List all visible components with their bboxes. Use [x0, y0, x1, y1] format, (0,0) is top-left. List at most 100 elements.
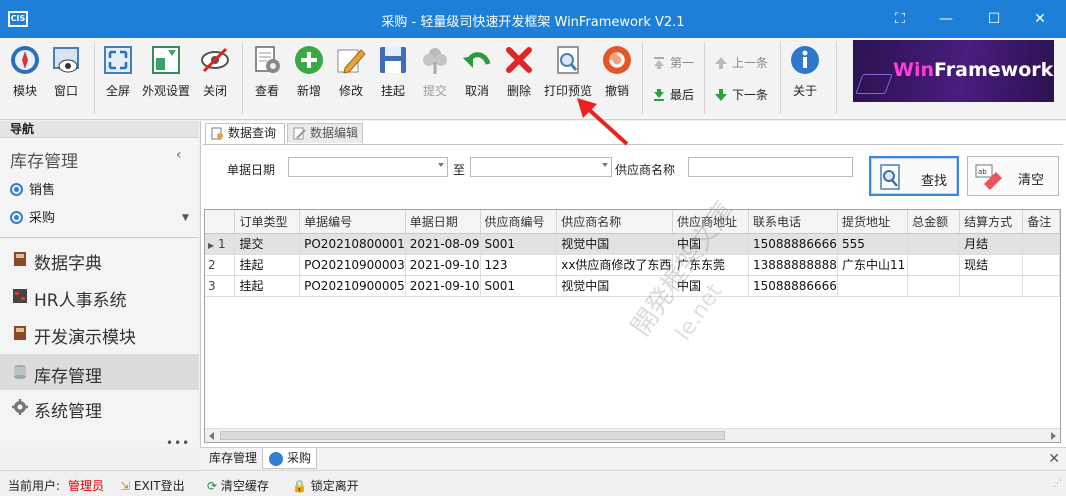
view-button[interactable]: 查看 — [250, 44, 284, 99]
logout-button[interactable]: ⇲ EXIT登出 — [120, 477, 185, 494]
next-record-button[interactable]: 下一条 — [714, 86, 768, 103]
module-button[interactable]: 模块 — [8, 44, 42, 99]
column-header[interactable]: 供应商地址 — [672, 210, 749, 234]
column-header[interactable]: 总金额 — [907, 210, 961, 234]
table-cell[interactable]: 555 — [837, 233, 909, 255]
table-cell[interactable]: xx供应商修改了东西 — [556, 254, 673, 276]
table-row[interactable]: 3 挂起 PO20210900005 2021-09-10 S001 视觉中国 … — [205, 275, 1060, 297]
table-cell[interactable]: 挂起 — [234, 275, 301, 297]
table-row[interactable]: ▶ 1 提交 PO20210800001 2021-08-09 S001 视觉中… — [205, 233, 1060, 255]
lock-button[interactable]: 🔒 锁定离开 — [292, 477, 359, 494]
doc-tab-inventory[interactable]: 库存管理 — [204, 448, 262, 469]
table-cell[interactable]: 15088886666 — [748, 233, 838, 255]
table-cell[interactable]: 月结 — [959, 233, 1024, 255]
minimize-button[interactable]: — — [926, 6, 966, 32]
last-record-button[interactable]: 最后 — [652, 86, 694, 103]
table-cell[interactable]: 中国 — [672, 275, 749, 297]
doc-tab-purchase[interactable]: 采购 — [262, 448, 318, 469]
table-cell[interactable]: PO20210900003 — [299, 254, 406, 276]
close-button[interactable]: 关闭 — [198, 44, 232, 99]
table-cell[interactable] — [1022, 275, 1060, 297]
column-header[interactable]: 单据日期 — [405, 210, 481, 234]
nav-group-demo[interactable]: 开发演示模块 — [0, 319, 199, 353]
nav-group-data-dictionary[interactable]: 数据字典 — [0, 245, 199, 279]
table-cell[interactable] — [959, 275, 1024, 297]
scroll-thumb[interactable] — [220, 431, 725, 440]
nav-group-hr[interactable]: HR人事系统 — [0, 282, 199, 316]
table-cell[interactable] — [837, 275, 909, 297]
maximize-button[interactable]: ☐ — [974, 6, 1014, 32]
scroll-left-icon[interactable] — [209, 432, 214, 440]
column-header[interactable]: 联系电话 — [748, 210, 838, 234]
table-cell[interactable] — [1022, 233, 1060, 255]
chevron-left-icon[interactable]: ‹ — [176, 147, 182, 163]
table-cell[interactable]: 提交 — [234, 233, 301, 255]
window-menu-button[interactable]: 窗口 — [48, 44, 84, 99]
column-header[interactable]: 结算方式 — [959, 210, 1024, 234]
cancel-button[interactable]: 取消 — [460, 44, 494, 99]
table-cell[interactable]: 13888888888 — [748, 254, 838, 276]
column-header[interactable]: 单据编号 — [299, 210, 406, 234]
previous-record-button[interactable]: 上一条 — [714, 54, 768, 71]
table-cell[interactable]: 123 — [480, 254, 558, 276]
tab-data-edit[interactable]: 数据编辑 — [287, 123, 363, 143]
date-from-picker[interactable] — [288, 157, 448, 177]
print-preview-button[interactable]: 打印预览 — [542, 44, 594, 99]
table-cell[interactable]: PO20210800001 — [299, 233, 406, 255]
table-cell[interactable]: PO20210900005 — [299, 275, 406, 297]
table-cell[interactable]: 2021-09-10 — [405, 275, 481, 297]
close-window-button[interactable]: ✕ — [1020, 6, 1060, 32]
table-cell[interactable]: 视觉中国 — [556, 275, 673, 297]
table-cell[interactable]: 2021-09-10 — [405, 254, 481, 276]
table-cell[interactable] — [1022, 254, 1060, 276]
table-cell[interactable]: 15088886666 — [748, 275, 838, 297]
table-cell[interactable]: 现结 — [959, 254, 1024, 276]
clear-cache-button[interactable]: ⟳ 清空缓存 — [207, 477, 269, 494]
edit-button[interactable]: 修改 — [334, 44, 368, 99]
column-header[interactable]: 供应商名称 — [556, 210, 673, 234]
table-cell[interactable]: 中国 — [672, 233, 749, 255]
more-options-icon[interactable]: ••• — [166, 436, 190, 450]
table-cell[interactable]: 广东中山11 — [837, 254, 909, 276]
table-cell[interactable]: S001 — [480, 275, 558, 297]
nav-item-purchase[interactable]: 采购 — [10, 207, 55, 226]
column-header[interactable]: 提货地址 — [837, 210, 909, 234]
submit-button[interactable]: 提交 — [418, 44, 452, 99]
table-cell[interactable] — [907, 254, 961, 276]
table-cell[interactable] — [907, 275, 961, 297]
add-button[interactable]: 新增 — [292, 44, 326, 99]
nav-group-inventory[interactable]: 库存管理 — [0, 354, 199, 390]
dropdown-arrow-icon[interactable]: ▼ — [182, 213, 189, 223]
date-to-picker[interactable] — [470, 157, 612, 177]
resize-grip-icon[interactable]: ⋰ — [1053, 479, 1062, 489]
column-header[interactable]: 供应商编号 — [480, 210, 558, 234]
tab-data-query[interactable]: 数据查询 — [205, 123, 285, 144]
appearance-settings-button[interactable]: 外观设置 — [140, 44, 192, 99]
table-cell[interactable]: 挂起 — [234, 254, 301, 276]
about-button[interactable]: 关于 — [788, 44, 822, 99]
table-row[interactable]: 2 挂起 PO20210900003 2021-09-10 123 xx供应商修… — [205, 254, 1060, 276]
horizontal-scrollbar[interactable] — [205, 428, 1060, 442]
column-header[interactable]: 订单类型 — [234, 210, 301, 234]
column-header[interactable]: 备注 — [1022, 210, 1060, 234]
supplier-input[interactable] — [688, 157, 853, 177]
table-cell[interactable] — [907, 233, 961, 255]
close-tab-icon[interactable]: ✕ — [1048, 451, 1060, 467]
nav-group-current[interactable]: 库存管理 ‹ — [0, 143, 199, 173]
table-cell[interactable]: S001 — [480, 233, 558, 255]
row-indicator: 3 — [205, 275, 236, 297]
table-cell[interactable]: 广东东莞 — [672, 254, 749, 276]
delete-button[interactable]: 删除 — [502, 44, 536, 99]
revoke-button[interactable]: 撤销 — [600, 44, 634, 99]
nav-group-system[interactable]: 系统管理 — [0, 393, 199, 427]
clear-button[interactable]: ab 清空 — [967, 156, 1059, 196]
nav-item-sales[interactable]: 销售 — [10, 179, 55, 198]
first-record-button[interactable]: 第一 — [652, 54, 694, 71]
scroll-right-icon[interactable] — [1051, 432, 1056, 440]
search-button[interactable]: 查找 — [869, 156, 959, 196]
table-cell[interactable]: 2021-08-09 — [405, 233, 481, 255]
table-cell[interactable]: 视觉中国 — [556, 233, 673, 255]
suspend-button[interactable]: 挂起 — [376, 44, 410, 99]
restore-layout-icon[interactable]: ⛶ — [880, 6, 920, 32]
fullscreen-button[interactable]: 全屏 — [102, 44, 134, 99]
